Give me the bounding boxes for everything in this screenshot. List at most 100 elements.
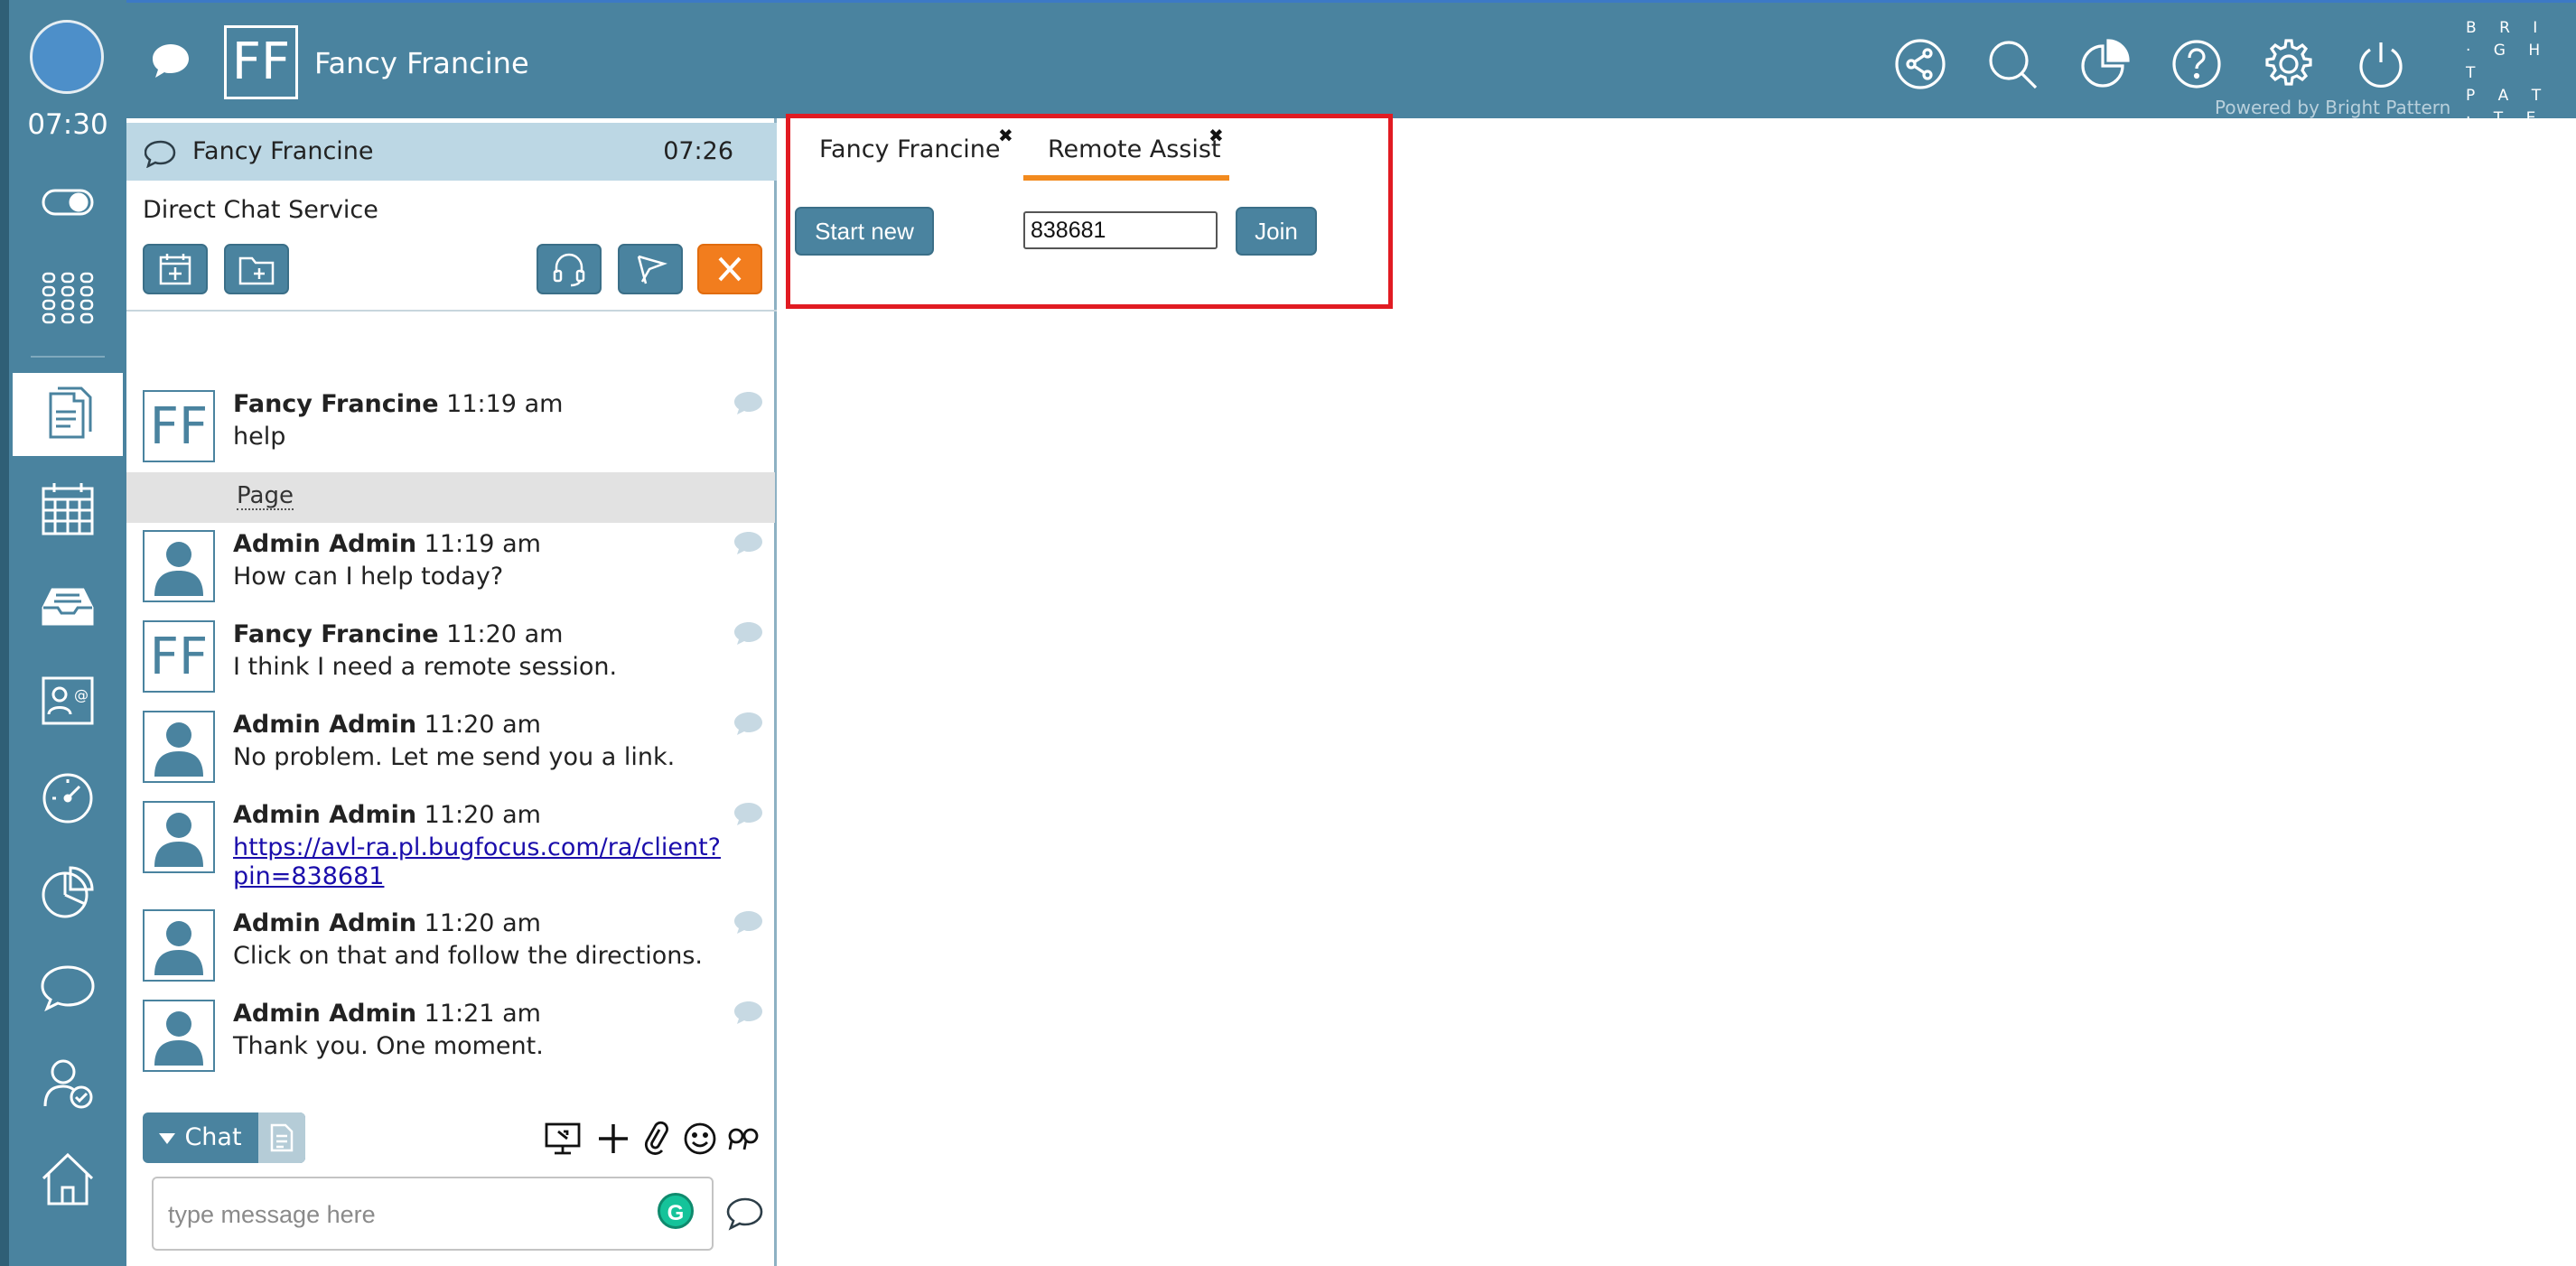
flag-button[interactable] <box>618 244 683 294</box>
person-icon <box>154 921 203 975</box>
share-icon[interactable] <box>1893 37 1947 91</box>
chat-mode-selector[interactable]: Chat <box>143 1112 305 1163</box>
analytics-icon[interactable] <box>2077 37 2132 91</box>
inbox-icon[interactable] <box>9 563 126 647</box>
plus-icon[interactable] <box>594 1121 632 1160</box>
message-time: 11:19 am <box>446 390 564 418</box>
settings-icon[interactable] <box>2262 37 2316 91</box>
contact-avatar: FF <box>224 25 298 99</box>
chat-bubble-icon[interactable] <box>150 41 191 84</box>
message-author: Admin Admin <box>233 530 417 558</box>
message-text: No problem. Let me send you a link. <box>233 743 676 771</box>
message-text: I think I need a remote session. <box>233 653 618 681</box>
send-icon[interactable] <box>726 1196 764 1234</box>
person-icon <box>154 542 203 596</box>
reports-icon[interactable] <box>9 851 126 934</box>
dialpad-icon[interactable] <box>9 256 126 340</box>
chat-mode-label: Chat <box>184 1123 242 1151</box>
message-time: 11:20 am <box>424 711 541 739</box>
start-new-button[interactable]: Start new <box>795 207 934 256</box>
add-folder-button[interactable] <box>224 244 289 294</box>
message-text: How can I help today? <box>233 563 504 591</box>
avatar <box>143 801 215 873</box>
remote-assist-link-line2[interactable]: pin=838681 <box>233 862 721 891</box>
active-tab-indicator <box>1023 175 1229 181</box>
emoji-icon[interactable] <box>681 1121 719 1160</box>
message-bubble-icon <box>733 620 764 651</box>
chat-icon[interactable] <box>9 946 126 1029</box>
dashboard-icon[interactable] <box>9 755 126 838</box>
grammarly-icon[interactable]: G <box>658 1193 694 1229</box>
message-input[interactable] <box>168 1196 638 1233</box>
rail-divider <box>31 356 105 358</box>
avatar <box>143 909 215 982</box>
message-link[interactable]: https://avl-ra.pl.bugfocus.com/ra/client… <box>233 833 721 891</box>
avatar <box>143 530 215 602</box>
status-toggle-icon[interactable] <box>9 161 126 244</box>
brand-logo: B R I · G H T P A T · T E R N <box>2466 19 2551 150</box>
person-icon <box>154 1011 203 1066</box>
quote-icon[interactable] <box>724 1121 762 1160</box>
tab-fancy-francine[interactable]: Fancy Francine ✖ <box>819 125 1013 163</box>
message-composer[interactable]: G <box>152 1177 714 1251</box>
svg-text:@: @ <box>74 686 89 703</box>
interaction-timer: 07:26 <box>663 137 733 165</box>
message-bubble-icon <box>733 909 764 940</box>
message-time: 11:20 am <box>424 801 541 829</box>
close-icon[interactable]: ✖ <box>1209 125 1224 146</box>
interaction-header[interactable]: Fancy Francine 07:26 <box>126 123 777 181</box>
schedule-button[interactable] <box>143 244 208 294</box>
tab-label: Remote Assist <box>1048 135 1221 163</box>
agent-avatar[interactable] <box>30 20 104 94</box>
chevron-down-icon <box>159 1132 176 1144</box>
chat-bubble-icon <box>144 139 177 172</box>
help-icon[interactable] <box>2170 37 2224 91</box>
join-button[interactable]: Join <box>1236 207 1317 256</box>
user-check-icon[interactable] <box>9 1042 126 1125</box>
message-text: Thank you. One moment. <box>233 1032 544 1060</box>
message-time: 11:19 am <box>424 530 541 558</box>
notes-icon[interactable] <box>258 1112 305 1163</box>
person-icon <box>154 813 203 867</box>
power-icon[interactable] <box>2354 37 2408 91</box>
message-time: 11:20 am <box>424 909 541 937</box>
tab-label: Fancy Francine <box>819 135 1001 163</box>
panel-divider <box>126 310 777 312</box>
search-icon[interactable] <box>1985 37 2039 91</box>
avatar: FF <box>143 390 215 462</box>
avatar <box>143 1000 215 1072</box>
page-label[interactable]: Page <box>237 483 294 510</box>
calendar-icon[interactable] <box>9 468 126 551</box>
document-icon[interactable] <box>13 373 123 456</box>
chat-panel: Fancy Francine 07:26 Direct Chat Service… <box>126 118 777 1266</box>
interaction-contact-name: Fancy Francine <box>192 137 374 165</box>
message-author: Admin Admin <box>233 711 417 739</box>
message-text: Click on that and follow the directions. <box>233 942 704 970</box>
page-event-row: Page <box>126 472 775 523</box>
headset-button[interactable] <box>537 244 602 294</box>
message-bubble-icon <box>733 530 764 561</box>
powered-by-text: Powered by Bright Pattern <box>2215 97 2451 118</box>
remote-assist-link-line1[interactable]: https://avl-ra.pl.bugfocus.com/ra/client… <box>233 833 721 862</box>
directory-icon[interactable]: @ <box>9 659 126 742</box>
pin-input[interactable] <box>1023 211 1218 249</box>
screen-share-icon[interactable] <box>544 1121 582 1160</box>
agent-clock: 07:30 <box>27 108 108 141</box>
home-icon[interactable] <box>9 1138 126 1221</box>
attachment-icon[interactable] <box>638 1121 676 1160</box>
message-time: 11:20 am <box>446 620 564 648</box>
message-bubble-icon <box>733 711 764 741</box>
tab-remote-assist[interactable]: Remote Assist ✖ <box>1048 125 1224 163</box>
top-bar: FF Fancy Francine B R I · G H T P A T · … <box>126 0 2576 150</box>
close-icon[interactable]: ✖ <box>998 125 1013 146</box>
contact-name: Fancy Francine <box>314 46 529 80</box>
message-author: Fancy Francine <box>233 620 439 648</box>
avatar: FF <box>143 620 215 693</box>
message-bubble-icon <box>733 801 764 832</box>
service-name: Direct Chat Service <box>143 196 378 224</box>
end-interaction-button[interactable] <box>697 244 762 294</box>
message-bubble-icon <box>733 1000 764 1030</box>
left-rail: 07:30 @ <box>0 0 126 1266</box>
message-bubble-icon <box>733 390 764 421</box>
message-author: Admin Admin <box>233 801 417 829</box>
